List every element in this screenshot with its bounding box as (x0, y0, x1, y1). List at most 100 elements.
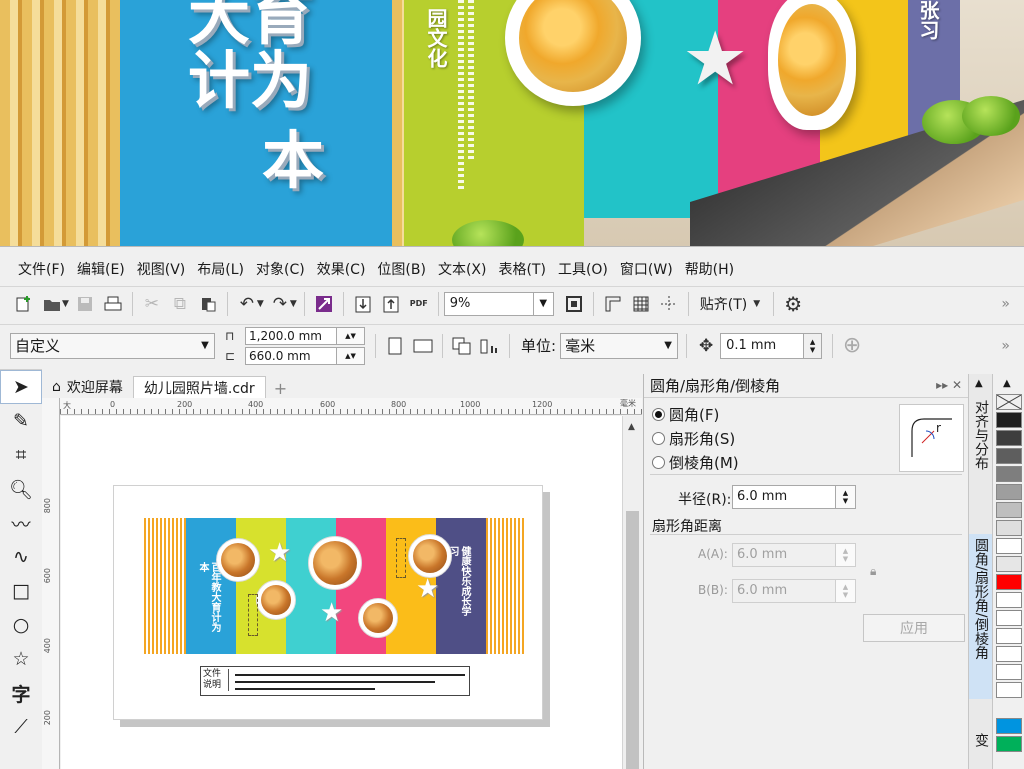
tab-welcome-screen[interactable]: ⌂ 欢迎屏幕 (42, 376, 133, 398)
color-swatch[interactable] (996, 610, 1022, 626)
tab-fillet-scallop-chamfer[interactable]: 圆角/扇形角/倒棱角 (969, 534, 993, 699)
color-swatch[interactable] (996, 664, 1022, 680)
menu-file[interactable]: 文件(F) (16, 257, 74, 281)
paste-icon[interactable] (194, 290, 222, 318)
units-select[interactable]: 毫米 ▼ (560, 332, 679, 359)
chevron-down-icon[interactable]: ▼ (257, 299, 264, 309)
color-swatch[interactable] (996, 466, 1022, 482)
menu-text[interactable]: 文本(X) (436, 257, 496, 281)
menu-object[interactable]: 对象(C) (254, 257, 314, 281)
color-swatch[interactable] (996, 736, 1022, 752)
radius-field[interactable]: 6.0 mm (732, 485, 836, 509)
current-page-icon[interactable] (476, 332, 504, 360)
tab-document[interactable]: 幼儿园照片墙.cdr (132, 376, 266, 398)
page-height-field[interactable]: 660.0 mm (245, 346, 337, 365)
color-swatch[interactable] (996, 646, 1022, 662)
show-grid-icon[interactable] (627, 290, 655, 318)
color-swatch[interactable] (996, 718, 1022, 734)
export-icon[interactable] (377, 290, 405, 318)
scroll-up-icon[interactable]: ▲ (628, 422, 635, 432)
page-height-stepper[interactable]: ▲▼ (337, 346, 365, 365)
more-tools-icon[interactable]: » (1001, 338, 1010, 354)
rectangle-tool-icon[interactable]: □ (0, 574, 42, 608)
chevron-down-icon[interactable]: ▼ (532, 292, 553, 315)
pick-tool-icon[interactable]: ➤ (0, 370, 42, 404)
color-swatch[interactable] (996, 520, 1022, 536)
polygon-tool-icon[interactable]: ☆ (0, 642, 42, 676)
full-screen-icon[interactable] (560, 290, 588, 318)
portrait-icon[interactable] (381, 332, 409, 360)
tab-align-distribute[interactable]: 对齐与分布 (969, 396, 993, 511)
settings-gear-icon[interactable]: ⚙ (779, 290, 807, 318)
menu-bitmaps[interactable]: 位图(B) (375, 257, 435, 281)
lock-ratio-icon[interactable]: 🔒︎ (870, 564, 876, 579)
menu-view[interactable]: 视图(V) (135, 257, 195, 281)
show-guidelines-icon[interactable] (655, 290, 683, 318)
drawing-canvas[interactable]: 百年教大育计为本 健康快乐成长学习 ★ ★ ★ 文件说明 (61, 416, 642, 769)
zoom-tool-icon[interactable]: 🔍︎ (0, 472, 42, 506)
color-swatch[interactable] (996, 430, 1022, 446)
document-page[interactable]: 百年教大育计为本 健康快乐成长学习 ★ ★ ★ 文件说明 (113, 485, 543, 720)
page-width-field[interactable]: 1,200.0 mm (245, 326, 337, 345)
menu-table[interactable]: 表格(T) (496, 257, 554, 281)
color-swatch[interactable] (996, 628, 1022, 644)
chevron-down-icon[interactable]: ▼ (290, 299, 297, 309)
publish-pdf-icon[interactable]: PDF (405, 290, 433, 318)
no-color-swatch[interactable] (996, 394, 1022, 410)
vertical-ruler[interactable]: 800 600 400 200 (42, 398, 60, 769)
color-swatch[interactable] (996, 484, 1022, 500)
snap-to-button[interactable]: 贴齐(T) ▼ (694, 294, 768, 314)
all-pages-icon[interactable] (448, 332, 476, 360)
radius-stepper[interactable]: ▲ ▼ (836, 485, 856, 509)
color-swatch[interactable] (996, 556, 1022, 572)
zoom-level-select[interactable]: 9% ▼ (443, 291, 554, 316)
chevron-down-icon[interactable]: ▼ (659, 340, 677, 351)
file-notes-box[interactable]: 文件说明 (200, 666, 470, 696)
nudge-distance-stepper[interactable]: ▲ ▼ (804, 332, 823, 359)
distance-a-field[interactable]: 6.0 mm (732, 543, 836, 567)
color-swatch[interactable] (996, 538, 1022, 554)
page-width-stepper[interactable]: ▲▼ (337, 326, 365, 345)
freehand-tool-icon[interactable]: 〰 (0, 506, 42, 540)
color-swatch[interactable] (996, 574, 1022, 590)
menu-help[interactable]: 帮助(H) (683, 257, 743, 281)
print-icon[interactable] (99, 290, 127, 318)
color-swatch[interactable] (996, 448, 1022, 464)
page-size-preset-select[interactable]: 自定义 ▼ (10, 332, 215, 359)
color-swatch[interactable] (996, 682, 1022, 698)
menu-layout[interactable]: 布局(L) (195, 257, 253, 281)
artistic-media-icon[interactable]: ∿ (0, 540, 42, 574)
menu-edit[interactable]: 编辑(E) (75, 257, 134, 281)
parallel-dimension-icon[interactable]: ⟋ (0, 710, 42, 744)
color-swatch[interactable] (996, 592, 1022, 608)
menu-tools[interactable]: 工具(O) (556, 257, 617, 281)
ellipse-tool-icon[interactable]: ○ (0, 608, 42, 642)
scrollbar-thumb[interactable] (626, 511, 639, 769)
add-plus-icon[interactable]: ⊕ (838, 332, 866, 360)
docker-close-icon[interactable]: ▸▸ ✕ (936, 378, 962, 392)
save-icon[interactable] (71, 290, 99, 318)
horizontal-ruler[interactable]: 大 0 200 400 600 800 1000 1200 毫米 (60, 398, 642, 415)
distance-b-stepper[interactable]: ▲ ▼ (836, 579, 856, 603)
menu-window[interactable]: 窗口(W) (618, 257, 682, 281)
distance-b-field[interactable]: 6.0 mm (732, 579, 836, 603)
color-swatch[interactable] (996, 502, 1022, 518)
option-fillet[interactable]: 圆角(F) (652, 404, 719, 425)
wall-design-artwork[interactable]: 百年教大育计为本 健康快乐成长学习 ★ ★ ★ (144, 518, 524, 654)
option-chamfer[interactable]: 倒棱角(M) (652, 452, 739, 473)
text-tool-icon[interactable]: 字 (0, 676, 42, 710)
vertical-scrollbar[interactable]: ▲ (622, 416, 642, 769)
crop-tool-icon[interactable]: ⌗ (0, 438, 42, 472)
more-tools-icon[interactable]: » (1001, 296, 1010, 312)
distance-a-stepper[interactable]: ▲ ▼ (836, 543, 856, 567)
new-document-icon[interactable] (10, 290, 38, 318)
menu-effects[interactable]: 效果(C) (315, 257, 375, 281)
add-tab-icon[interactable]: + (266, 379, 295, 398)
scroll-up-icon[interactable]: ▲ (975, 378, 983, 389)
search-content-icon[interactable] (310, 290, 338, 318)
nudge-distance-field[interactable]: 0.1 mm (720, 332, 805, 359)
apply-button[interactable]: 应用 (863, 614, 965, 642)
copy-icon[interactable]: ⧉ (166, 290, 194, 318)
color-swatch[interactable] (996, 412, 1022, 428)
show-rulers-icon[interactable] (599, 290, 627, 318)
